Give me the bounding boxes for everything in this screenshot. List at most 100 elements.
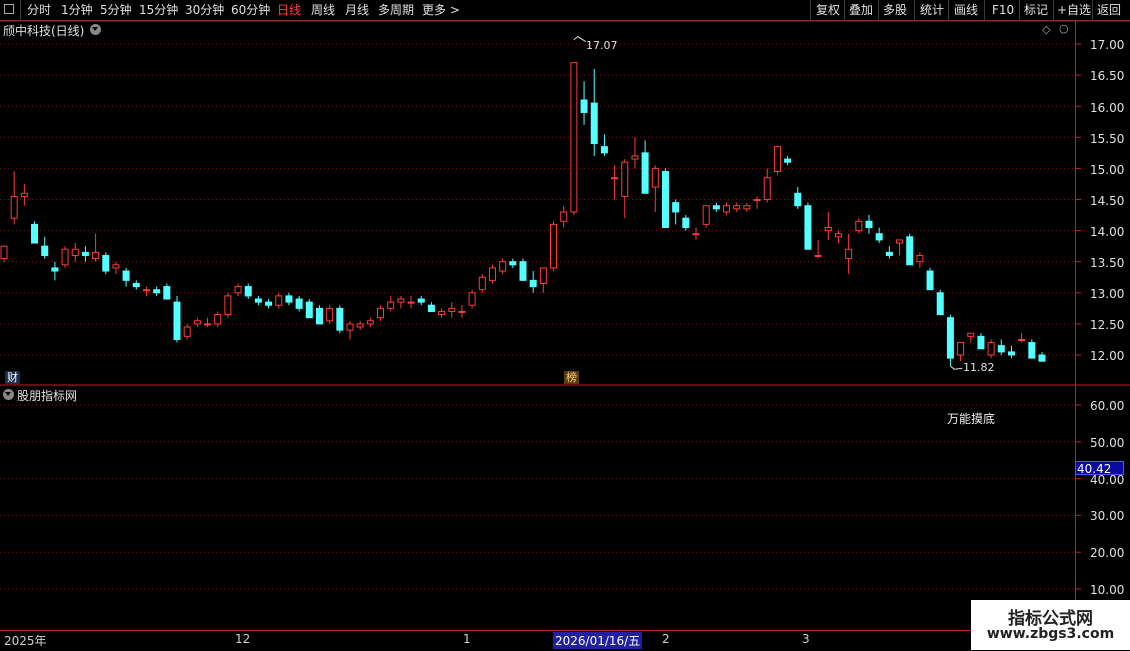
candle-body (448, 307, 456, 312)
candle-body (773, 146, 781, 173)
candle-body (967, 332, 975, 337)
candle-body (723, 205, 731, 213)
candle-body (326, 307, 334, 322)
candle-body (733, 205, 741, 210)
candle-body (682, 217, 690, 228)
candle-body (672, 202, 680, 213)
candle-body (153, 289, 161, 294)
candle-body (957, 342, 965, 356)
candle-body (539, 267, 547, 284)
price-grid (0, 43, 1081, 356)
candle-body (763, 177, 771, 200)
candle-body (651, 167, 659, 188)
candle-body (112, 264, 120, 269)
candle-body (295, 298, 303, 309)
indicator-current-value: 40.42 (1075, 461, 1124, 476)
price-axis-label: 13.50 (1090, 256, 1125, 270)
candle-body (896, 239, 904, 244)
selected-date-label: 2026/01/16/五 (553, 632, 643, 649)
candle-body (417, 298, 425, 303)
candle-body (356, 323, 364, 328)
candle-body (560, 211, 568, 222)
candle-body (570, 62, 578, 213)
candle-body (885, 251, 893, 256)
circle-icon[interactable]: ○ (1059, 22, 1069, 35)
date-axis: 2025年 12 1 2026/01/16/五 2 3 (0, 630, 1075, 651)
candle-body (519, 261, 527, 281)
candle-body (163, 286, 171, 300)
candlestick-chart[interactable] (0, 0, 1130, 650)
candle-body (458, 310, 466, 313)
candle-body (427, 304, 435, 312)
candle-body (1028, 342, 1036, 359)
candle-body (550, 223, 558, 269)
indicator-axis-label: 10.00 (1090, 583, 1125, 597)
candle-body (366, 320, 374, 325)
candle-body (31, 223, 39, 244)
date-axis-label: 12 (235, 632, 251, 646)
candle-body (600, 146, 608, 154)
candle-body (621, 161, 629, 197)
date-axis-label: 2025年 (4, 634, 47, 648)
price-axis-label: 12.50 (1090, 318, 1125, 332)
chart-title: 颀中科技(日线) (3, 24, 85, 38)
indicator-grid (0, 404, 1081, 590)
candle-body (824, 226, 832, 232)
candle-body (214, 314, 222, 325)
date-axis-label: 3 (802, 632, 810, 646)
indicator-axis-label: 20.00 (1090, 546, 1125, 560)
candle-body (1007, 351, 1015, 356)
candle-body (336, 307, 344, 331)
candle-body (916, 254, 924, 263)
finance-badge[interactable]: 财 (5, 371, 20, 384)
diamond-icon[interactable]: ◇ (1042, 23, 1050, 36)
candle-body (590, 102, 598, 145)
date-axis-label: 2 (662, 632, 670, 646)
candle-body (865, 220, 873, 228)
candle-body (478, 276, 486, 291)
candle-body (81, 251, 89, 256)
candle-body (529, 279, 537, 288)
price-axis-label: 14.50 (1090, 194, 1125, 208)
candle-body (834, 233, 842, 238)
candle-body (315, 307, 323, 325)
candle-body (51, 267, 59, 272)
candle-body (71, 248, 79, 256)
candle-body (234, 286, 242, 294)
low-marker-arrow (950, 365, 963, 370)
price-axis-label: 15.00 (1090, 163, 1125, 177)
candle-body (0, 245, 8, 260)
price-axis-label: 15.50 (1090, 132, 1125, 146)
indicator-axis-label: 30.00 (1090, 509, 1125, 523)
price-axis-label: 17.00 (1090, 38, 1125, 52)
candle-body (499, 261, 507, 272)
candle-body (753, 199, 761, 201)
candle-body (275, 295, 283, 306)
candle-body (397, 298, 405, 303)
high-marker-arrow (573, 36, 587, 43)
candle-body (784, 158, 792, 163)
chevron-down-icon[interactable] (3, 389, 14, 400)
candles-group (0, 62, 1046, 367)
candle-body (122, 270, 130, 281)
candle-body (10, 195, 18, 219)
candle-body (204, 323, 212, 326)
chevron-down-icon[interactable] (90, 24, 101, 35)
price-axis-label: 12.00 (1090, 349, 1125, 363)
candle-body (804, 205, 812, 250)
candle-body (142, 289, 150, 292)
candle-body (906, 236, 914, 266)
indicator-axis-label: 50.00 (1090, 436, 1125, 450)
ranking-badge[interactable]: 榜 (564, 371, 579, 384)
candle-body (92, 251, 100, 260)
candle-body (387, 301, 395, 309)
candle-body (661, 171, 669, 228)
candle-body (977, 335, 985, 350)
candle-body (254, 298, 262, 303)
candle-body (794, 192, 802, 207)
candle-body (102, 254, 110, 272)
candle-body (41, 245, 49, 256)
price-axis-label: 16.50 (1090, 69, 1125, 83)
candle-body (407, 301, 415, 304)
high-price-label: 17.07 (586, 39, 618, 52)
